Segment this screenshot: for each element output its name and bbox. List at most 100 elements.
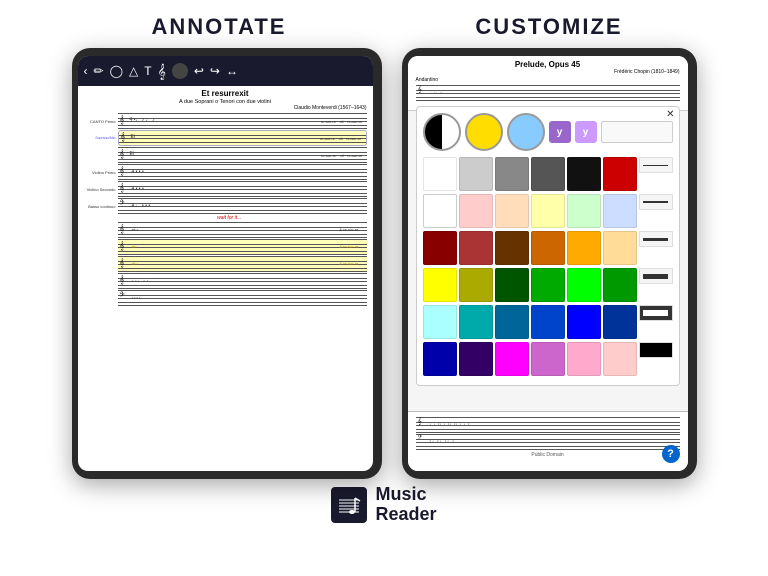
color-brightgreen[interactable] — [567, 268, 601, 302]
color-teal[interactable] — [459, 305, 493, 339]
staff-row-3: 𝄞 Ei re-sur-re · xii · re-sur-re — [84, 147, 367, 163]
redo-icon[interactable]: ↪ — [210, 64, 220, 78]
color-blue-light[interactable] — [603, 194, 637, 228]
staff-row-2: Soprano/Alto 𝄞 Ei re-sur-re · xit · re-s… — [84, 130, 367, 146]
color-slate[interactable] — [495, 305, 529, 339]
color-grid-row-2 — [423, 194, 673, 228]
color-magenta[interactable] — [495, 342, 529, 376]
line-style-6[interactable] — [639, 342, 673, 358]
close-panel-button[interactable]: ✕ — [666, 109, 674, 120]
right-score-subtitle: Andantino — [416, 77, 680, 83]
color-grid-row-5 — [423, 305, 673, 339]
left-tablet-frame: ‹ ✏ ◯ △ T 𝄞 ↩ ↪ ↔ Et resurrexit — [72, 48, 382, 479]
panel-top-row: y y — [423, 113, 673, 151]
color-black[interactable] — [567, 157, 601, 191]
pencil-icon[interactable]: ✏ — [94, 64, 104, 78]
staff-lines-5: 𝄞 4 • • • — [118, 181, 367, 197]
line-style-preview[interactable] — [601, 121, 673, 143]
toolbar: ‹ ✏ ◯ △ T 𝄞 ↩ ↪ ↔ — [78, 56, 373, 86]
color-darkgreen[interactable] — [495, 268, 529, 302]
right-score-composer: Frédéric Chopin (1810–1849) — [416, 69, 680, 75]
color-orange[interactable] — [567, 231, 601, 265]
line-style-3[interactable] — [639, 231, 673, 247]
color-maroon[interactable] — [459, 231, 493, 265]
color-grid-row-1 — [423, 157, 673, 191]
y-button-dark[interactable]: y — [549, 121, 571, 143]
color-blue-med[interactable] — [531, 305, 565, 339]
footer: Music Reader — [0, 485, 768, 525]
bottom-staff-row-3: 𝄞 xit • & re-sur-re — [84, 256, 367, 272]
annotate-label: ANNOTATE — [129, 0, 309, 40]
part-label-4: Violino Primo — [84, 170, 118, 175]
lightblue-swatch[interactable] — [507, 113, 545, 151]
color-darkgray[interactable] — [531, 157, 565, 191]
color-green[interactable] — [531, 268, 565, 302]
color-circle[interactable] — [172, 63, 188, 79]
color-tan[interactable] — [603, 231, 637, 265]
color-medgreen[interactable] — [603, 268, 637, 302]
right-score-bottom: 𝄞♩♩♪♩♩♪♩♪♩♩♩♪ 𝄢• ♩ • ♩ • ♩ • Public Doma… — [408, 411, 688, 471]
color-navy[interactable] — [603, 305, 637, 339]
logo-text-reader: Reader — [375, 505, 436, 525]
color-yellow-light[interactable] — [531, 194, 565, 228]
color-darknavy[interactable] — [423, 342, 457, 376]
app-logo-text: Music Reader — [375, 485, 436, 525]
color-lightcyan[interactable] — [423, 305, 457, 339]
color-green-light[interactable] — [567, 194, 601, 228]
color-hotpink[interactable] — [567, 342, 601, 376]
nav-arrows-icon[interactable]: ↔ — [226, 64, 238, 78]
customize-label: CUSTOMIZE — [459, 0, 639, 40]
line-style-4[interactable] — [639, 268, 673, 284]
color-orange-dark[interactable] — [531, 231, 565, 265]
public-domain-label: Public Domain — [416, 452, 680, 458]
color-olive[interactable] — [459, 268, 493, 302]
section-headers: ANNOTATE CUSTOMIZE — [54, 0, 714, 40]
wait-for-it-text: wait for it... — [217, 215, 241, 221]
y-button-light[interactable]: y — [575, 121, 597, 143]
part-label-1: CANTO Primo — [84, 119, 118, 124]
line-style-5[interactable] — [639, 305, 673, 321]
line-style-1[interactable] — [639, 157, 673, 173]
color-blue[interactable] — [567, 305, 601, 339]
color-white2[interactable] — [423, 194, 457, 228]
bottom-staff-row-5: 𝄢 • • • • — [84, 290, 367, 306]
left-tablet-screen: ‹ ✏ ◯ △ T 𝄞 ↩ ↪ ↔ Et resurrexit — [78, 56, 373, 471]
app-logo-icon — [331, 487, 367, 523]
footer-logo: Music Reader — [331, 485, 436, 525]
logo-text-music: Music — [375, 485, 436, 505]
undo-icon[interactable]: ↩ — [194, 64, 204, 78]
help-button[interactable]: ? — [662, 445, 680, 463]
color-indigo[interactable] — [459, 342, 493, 376]
color-blush[interactable] — [603, 342, 637, 376]
bottom-staff-row-4: 𝄞 ♪ ♪ ♩ ♪ ♪ — [84, 273, 367, 289]
treble-clef-icon[interactable]: 𝄞 — [158, 63, 166, 80]
color-peach[interactable] — [495, 194, 529, 228]
bottom-staff-row-2: 𝄞 xit • & re-sur-re — [84, 239, 367, 255]
color-violet[interactable] — [531, 342, 565, 376]
color-gray[interactable] — [495, 157, 529, 191]
right-tablet-frame: Prelude, Opus 45 Frédéric Chopin (1810–1… — [402, 48, 697, 479]
staff-row-6: Basso continuo 𝄢 4 ♩ • • • — [84, 198, 367, 214]
color-lightgray[interactable] — [459, 157, 493, 191]
right-score-title: Prelude, Opus 45 — [416, 60, 680, 69]
yellow-swatch[interactable] — [465, 113, 503, 151]
color-pink-light[interactable] — [459, 194, 493, 228]
back-icon[interactable]: ‹ — [84, 64, 88, 78]
bottom-staff-5: 𝄢 • • • • — [118, 290, 367, 306]
color-yellow[interactable] — [423, 268, 457, 302]
text-icon[interactable]: T — [144, 64, 151, 78]
color-brown[interactable] — [495, 231, 529, 265]
right-score-top: Prelude, Opus 45 Frédéric Chopin (1810–1… — [408, 56, 688, 111]
staff-lines-3: 𝄞 Ei re-sur-re · xii · re-sur-re — [118, 147, 367, 163]
color-white[interactable] — [423, 157, 457, 191]
annotate-tablet: ‹ ✏ ◯ △ T 𝄞 ↩ ↪ ↔ Et resurrexit — [72, 48, 382, 479]
page-wrapper: ♪ ANNOTATE CUSTOMIZE ‹ ✏ ◯ △ T — [0, 0, 768, 576]
triangle-icon[interactable]: △ — [129, 64, 138, 78]
line-style-2[interactable] — [639, 194, 673, 210]
bottom-staff-2-highlighted: 𝄞 xit • & re-sur-re — [118, 239, 367, 255]
color-red[interactable] — [603, 157, 637, 191]
circle-tool-icon[interactable]: ◯ — [110, 64, 123, 78]
half-circle-swatch[interactable] — [423, 113, 461, 151]
color-darkred[interactable] — [423, 231, 457, 265]
sheet-title: Et resurrexit — [84, 88, 367, 99]
